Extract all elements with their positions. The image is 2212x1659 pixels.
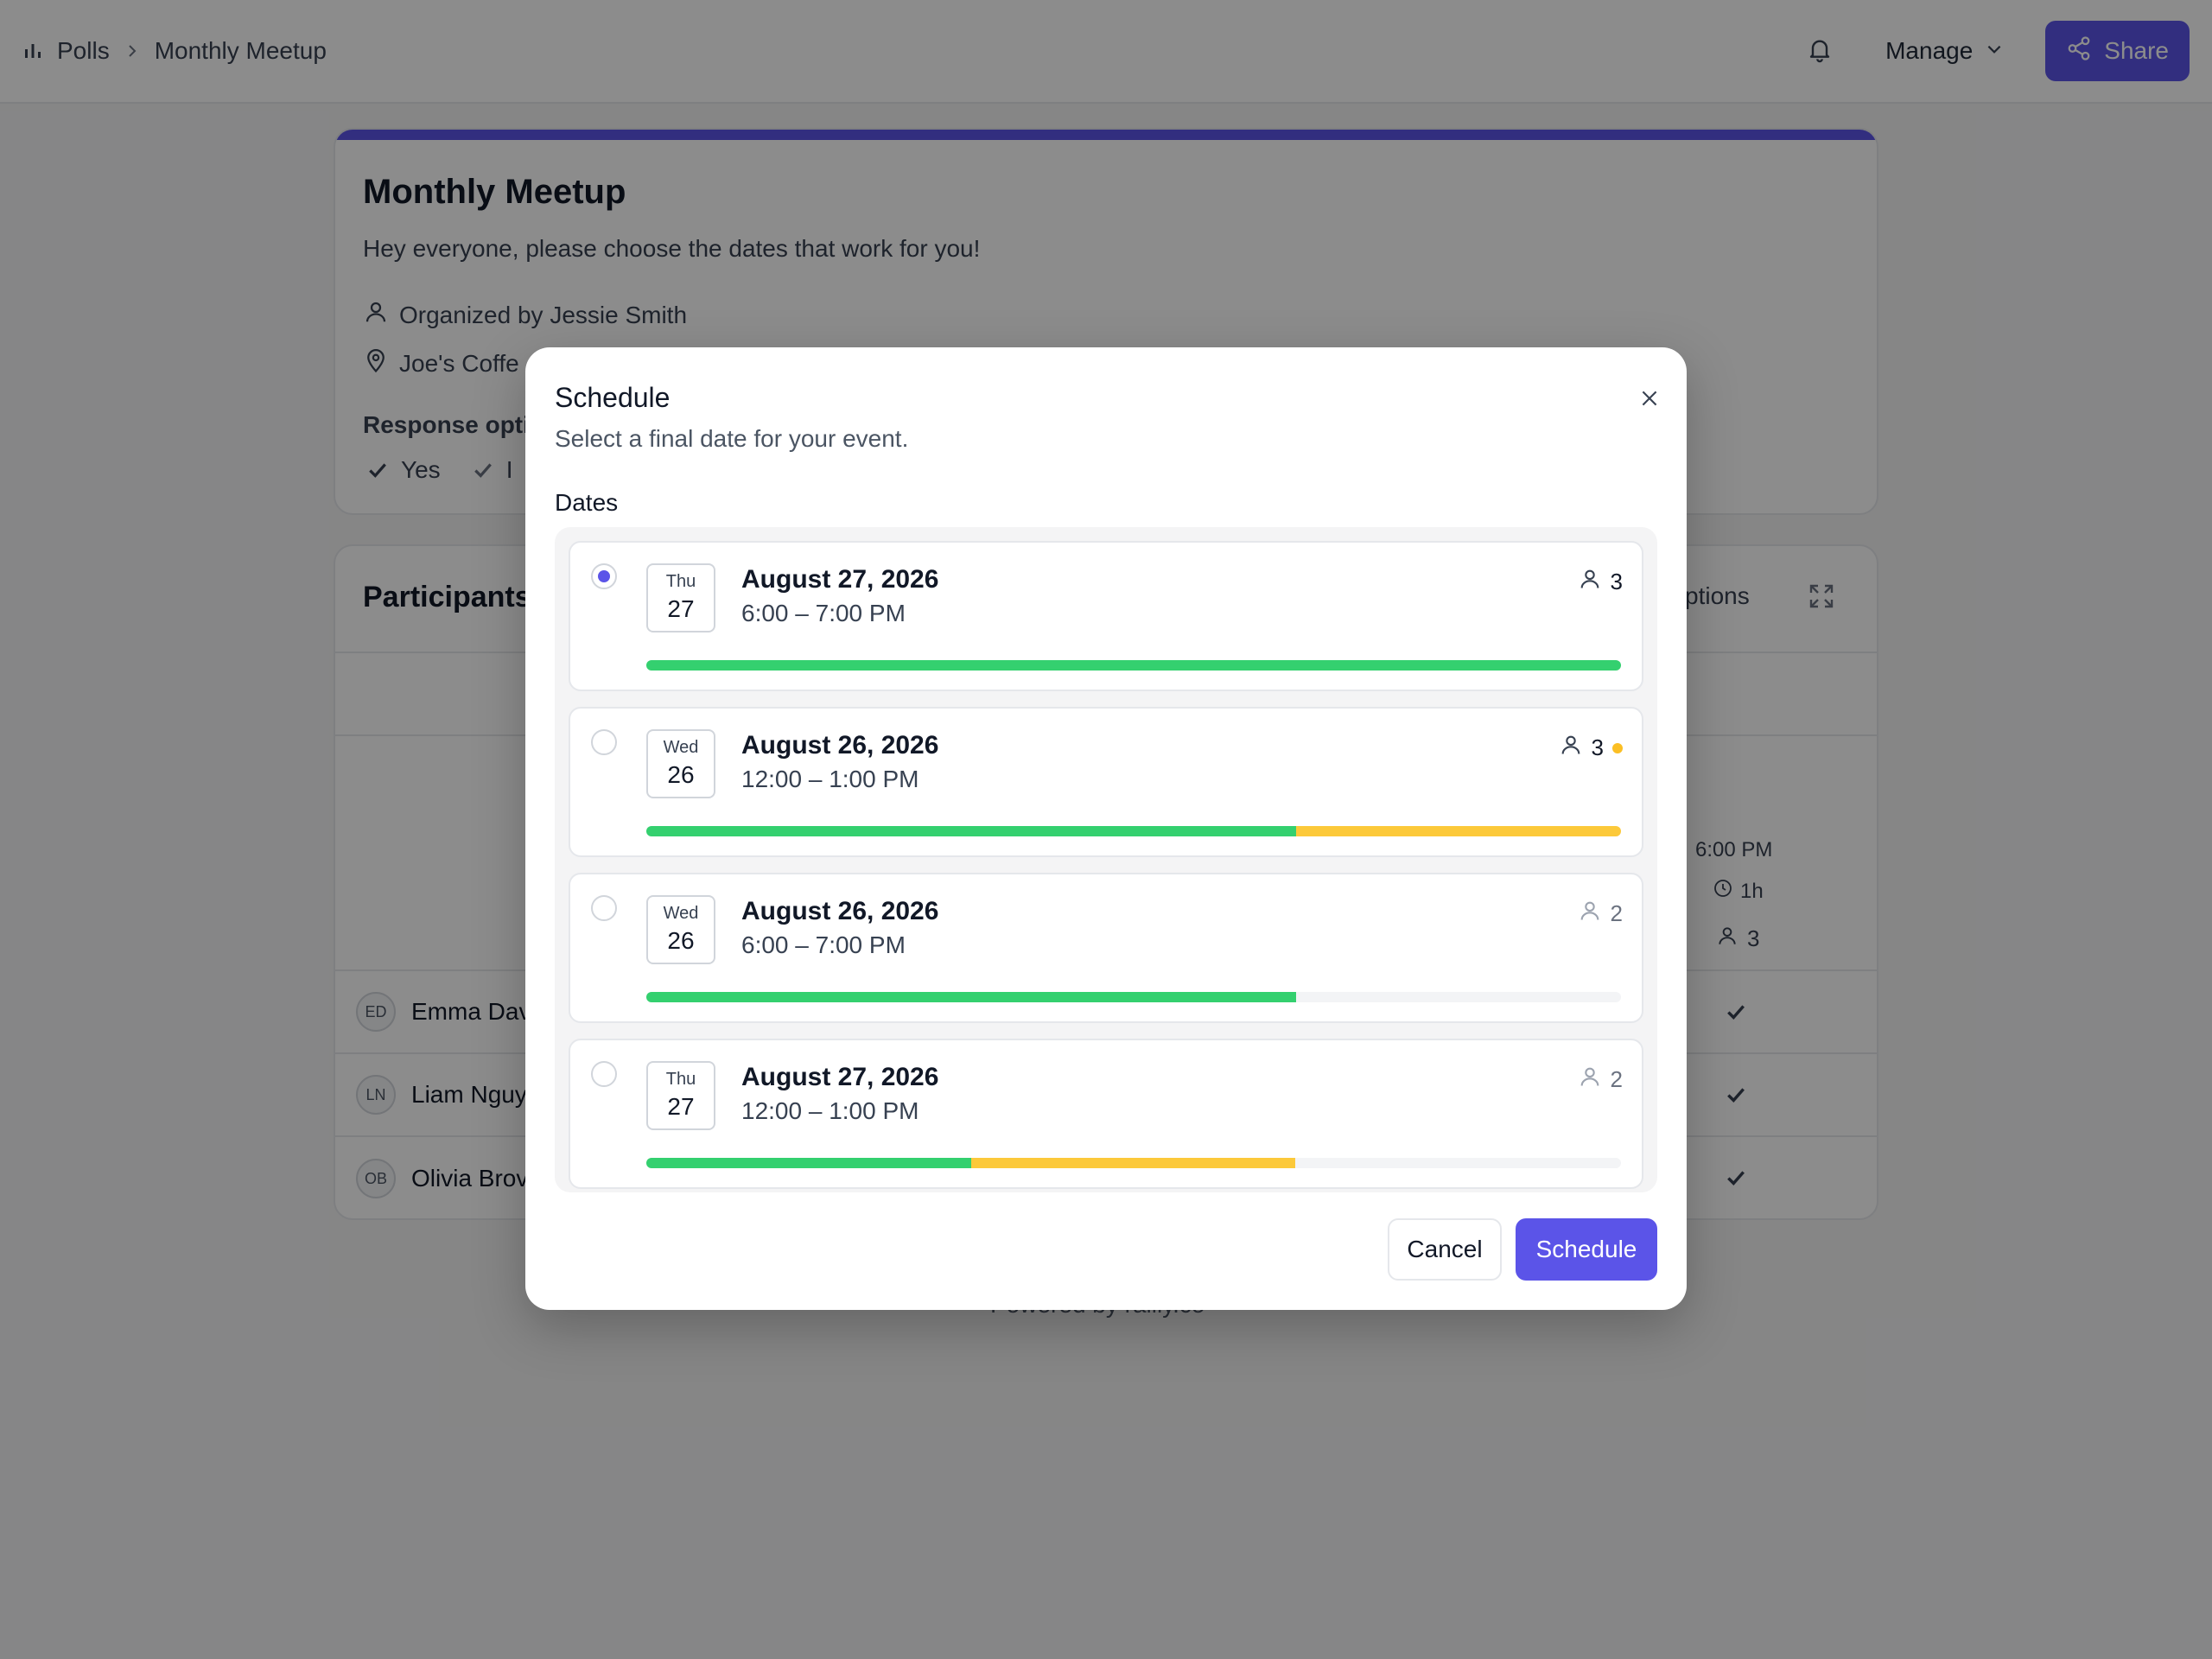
option-date: August 26, 2026 [741, 731, 939, 760]
option-count-text: 3 [1591, 734, 1604, 760]
availability-yes-segment [646, 1158, 971, 1168]
date-option[interactable]: Wed 26 August 26, 2026 12:00 – 1:00 PM 3 [569, 707, 1643, 857]
option-date: August 27, 2026 [741, 565, 939, 594]
availability-if-need-be-segment [1296, 826, 1621, 836]
availability-bar [646, 992, 1621, 1002]
date-radio[interactable] [591, 895, 617, 921]
day-number: 27 [667, 595, 695, 622]
day-number: 26 [667, 927, 695, 954]
user-icon [1559, 733, 1583, 763]
date-badge: Wed 26 [646, 895, 715, 964]
option-participant-count: 3 [1559, 733, 1623, 763]
user-icon [1578, 1065, 1602, 1095]
date-radio[interactable] [591, 729, 617, 755]
dialog-title: Schedule [555, 382, 671, 413]
option-time: 12:00 – 1:00 PM [741, 1097, 919, 1124]
option-count-text: 2 [1610, 1066, 1623, 1092]
date-badge: Thu 27 [646, 1061, 715, 1130]
option-participant-count: 2 [1578, 1065, 1623, 1095]
availability-bar [646, 660, 1621, 671]
schedule-dialog: Schedule Select a final date for your ev… [525, 347, 1687, 1310]
option-count-text: 2 [1610, 900, 1623, 926]
date-badge: Thu 27 [646, 563, 715, 632]
availability-if-need-be-segment [970, 1158, 1296, 1168]
option-participant-count: 3 [1578, 567, 1623, 597]
option-participant-count: 2 [1578, 899, 1623, 929]
option-time: 6:00 – 7:00 PM [741, 600, 906, 626]
date-option[interactable]: Thu 27 August 27, 2026 12:00 – 1:00 PM 2 [569, 1039, 1643, 1189]
availability-yes-segment [646, 992, 1297, 1002]
date-option[interactable]: Thu 27 August 27, 2026 6:00 – 7:00 PM 3 [569, 541, 1643, 691]
cancel-button[interactable]: Cancel [1388, 1218, 1502, 1281]
option-date: August 27, 2026 [741, 1063, 939, 1091]
day-of-week: Wed [663, 738, 699, 757]
dates-label: Dates [555, 489, 619, 516]
user-icon [1578, 899, 1602, 929]
date-badge: Wed 26 [646, 729, 715, 798]
date-option[interactable]: Wed 26 August 26, 2026 6:00 – 7:00 PM 2 [569, 873, 1643, 1023]
dialog-subtitle: Select a final date for your event. [555, 425, 909, 452]
date-radio[interactable] [591, 563, 617, 589]
availability-bar [646, 826, 1621, 836]
day-number: 27 [667, 1093, 695, 1120]
option-time: 12:00 – 1:00 PM [741, 766, 919, 792]
availability-bar [646, 1158, 1621, 1168]
dates-list[interactable]: Thu 27 August 27, 2026 6:00 – 7:00 PM 3 … [555, 527, 1657, 1192]
availability-yes-segment [646, 826, 1297, 836]
schedule-button[interactable]: Schedule [1516, 1218, 1657, 1281]
option-date: August 26, 2026 [741, 897, 939, 925]
close-button[interactable] [1628, 378, 1671, 422]
day-of-week: Thu [665, 1070, 696, 1089]
day-of-week: Wed [663, 904, 699, 923]
close-icon [1638, 387, 1661, 414]
date-radio[interactable] [591, 1061, 617, 1087]
option-time: 6:00 – 7:00 PM [741, 931, 906, 958]
day-of-week: Thu [665, 572, 696, 591]
user-icon [1578, 567, 1602, 597]
availability-yes-segment [646, 660, 1621, 671]
day-number: 26 [667, 761, 695, 788]
option-count-text: 3 [1610, 569, 1623, 594]
if-need-be-dot [1612, 742, 1623, 753]
